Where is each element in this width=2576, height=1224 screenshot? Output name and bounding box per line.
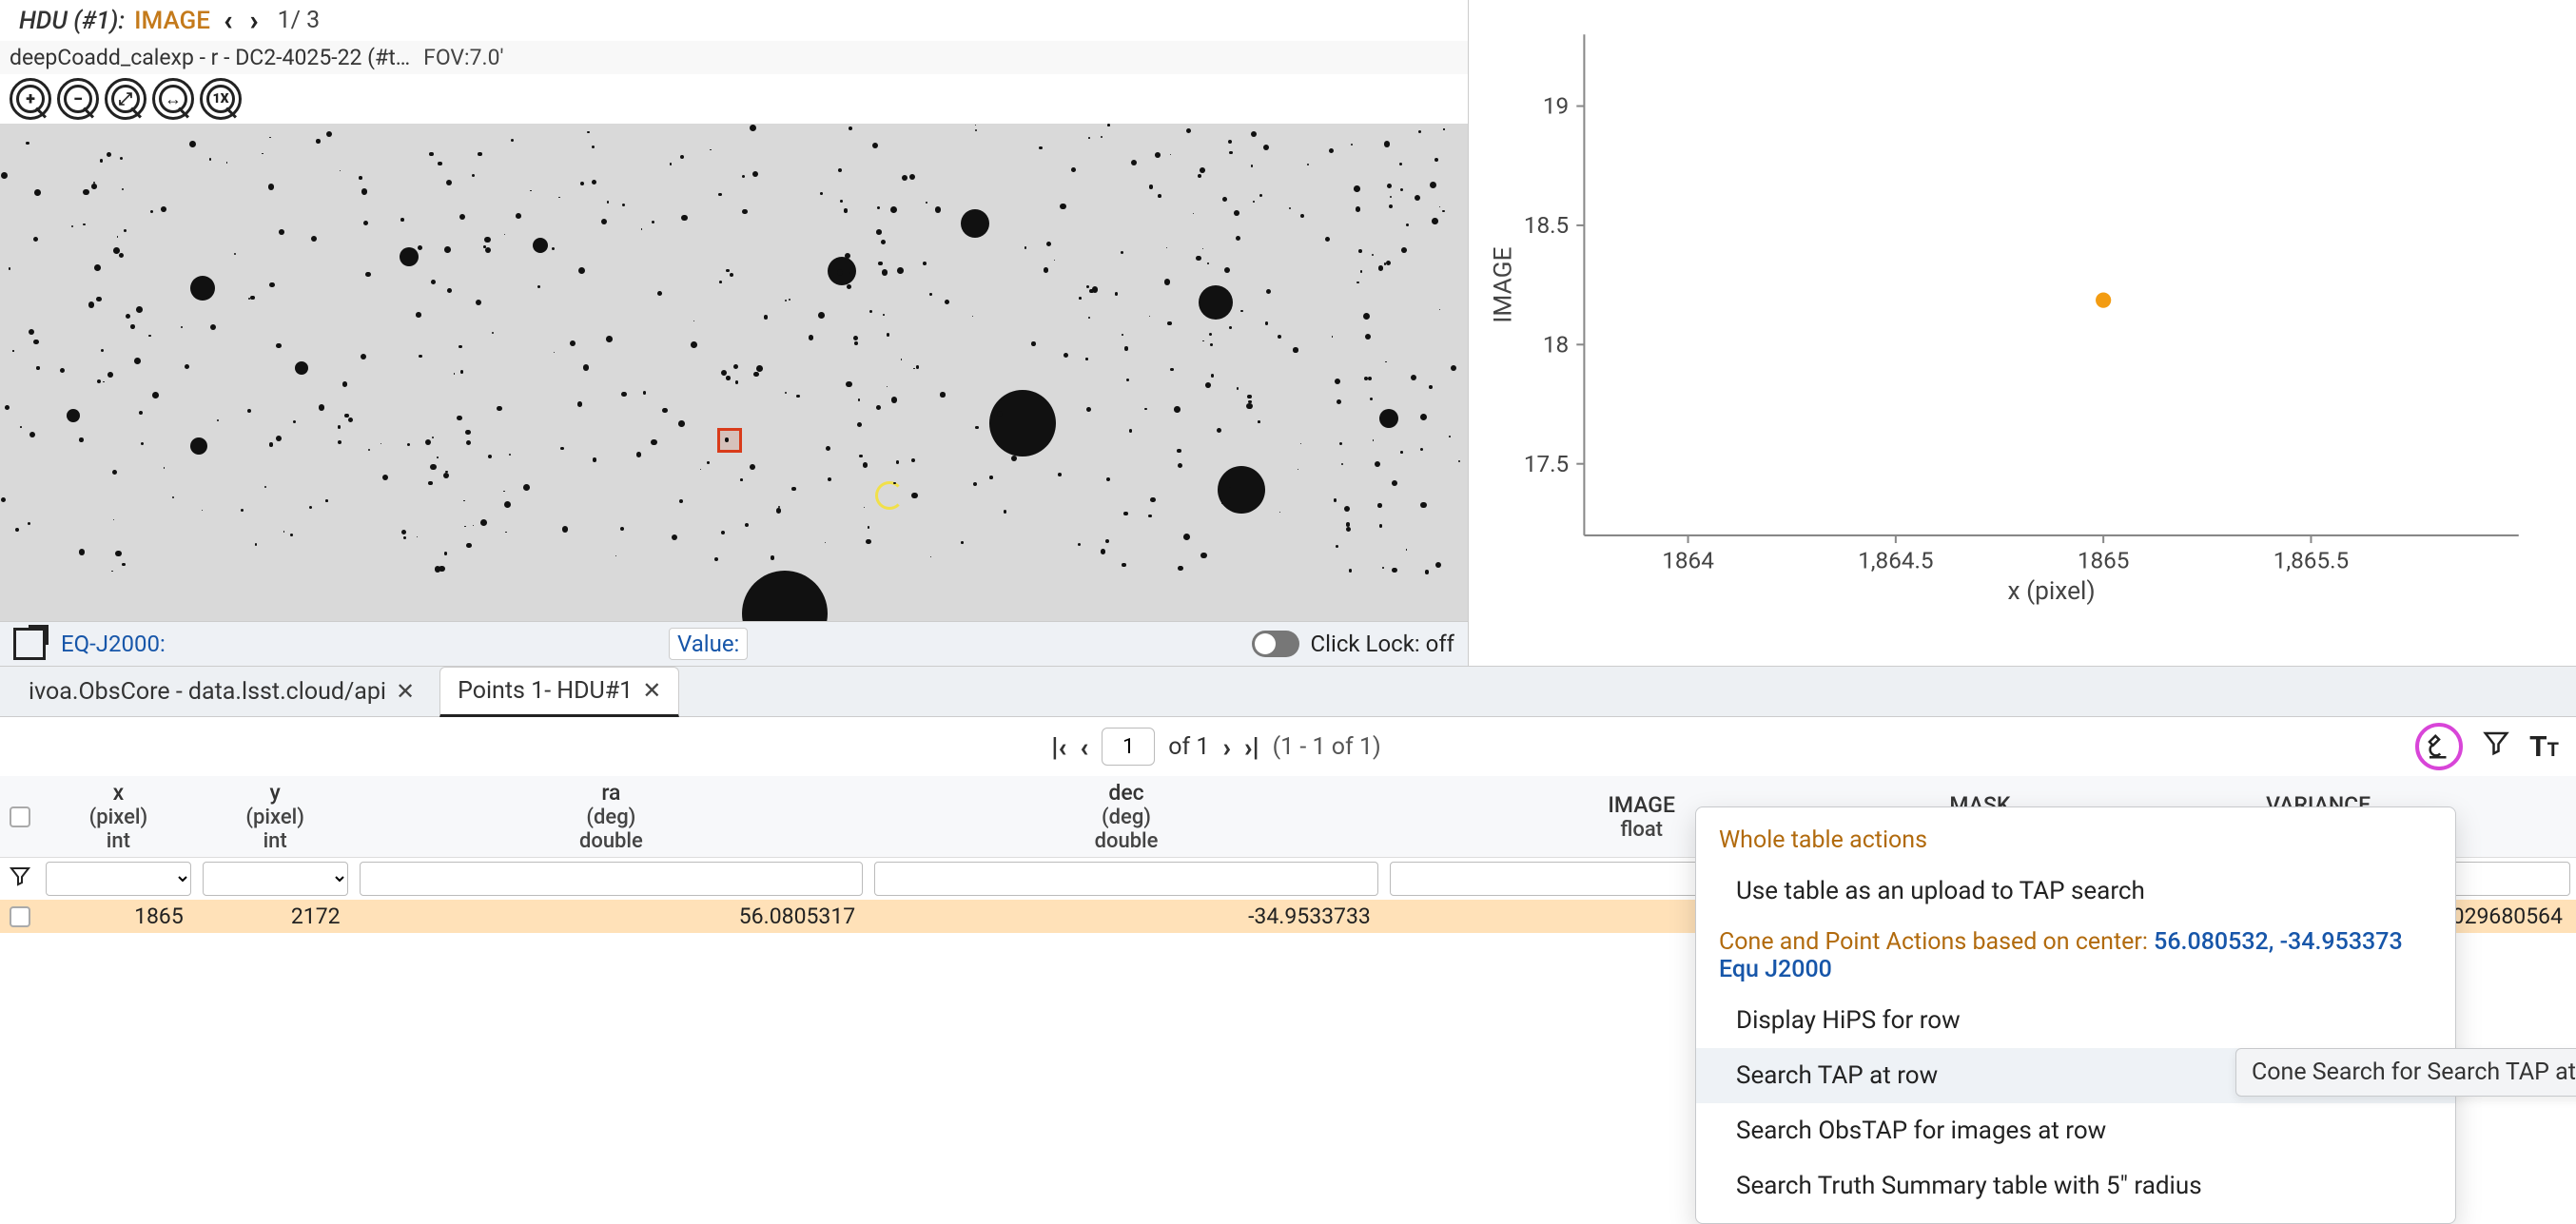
zoom-toolbar: + − ⤢ ↔ 1X xyxy=(0,74,1468,124)
col-header-ra[interactable]: ra(deg)double xyxy=(354,776,869,858)
hdu-type: IMAGE xyxy=(134,7,210,35)
microscope-icon xyxy=(2425,732,2453,761)
popup-cone-item-2[interactable]: Search ObsTAP for images at row xyxy=(1696,1103,2455,1158)
pager-page-input[interactable] xyxy=(1102,728,1155,766)
scatter-chart[interactable]: 1864 1,864.5 1865 1,865.5 17.5 18 18.5 19 x (pix… xyxy=(1478,10,2538,618)
pager: |‹ ‹ of 1 › ›| (1 - 1 of 1) xyxy=(1051,728,1380,766)
expand-icon[interactable] xyxy=(13,628,46,660)
table-tools: TT xyxy=(2415,723,2559,770)
svg-text:1,864.5: 1,864.5 xyxy=(1858,546,1933,573)
zoom-1x-button[interactable]: 1X xyxy=(200,78,242,120)
selection-marker[interactable] xyxy=(717,428,742,453)
pager-last-button[interactable]: ›| xyxy=(1244,731,1259,763)
hdu-label: HDU (#1): xyxy=(19,7,125,35)
popup-whole-header: Whole table actions xyxy=(1696,817,2455,864)
image-viewer-panel: HDU (#1): IMAGE ‹ › 1/ 3 deepCoadd_calex… xyxy=(0,0,1469,666)
popup-whole-item-0[interactable]: Use table as an upload to TAP search xyxy=(1696,864,2455,919)
tab-label: ivoa.ObsCore - data.lsst.cloud/api xyxy=(29,678,386,706)
svg-text:IMAGE: IMAGE xyxy=(1489,246,1517,322)
select-all-checkbox[interactable] xyxy=(10,806,30,827)
sky-image[interactable] xyxy=(0,124,1468,621)
filter-x[interactable] xyxy=(46,862,191,896)
col-header-y[interactable]: y(pixel)int xyxy=(197,776,354,858)
svg-text:1865: 1865 xyxy=(2078,546,2130,573)
col-header-dec[interactable]: dec(deg)double xyxy=(868,776,1384,858)
popup-cone-header: Cone and Point Actions based on center: … xyxy=(1696,919,2455,993)
text-options-icon[interactable]: TT xyxy=(2529,730,2559,764)
popup-cone-item-0[interactable]: Display HiPS for row xyxy=(1696,993,2455,1048)
svg-text:18: 18 xyxy=(1543,330,1569,358)
tab-close-icon[interactable]: ✕ xyxy=(396,678,415,705)
filter-y[interactable] xyxy=(203,862,348,896)
tab-label: Points 1- HDU#1 xyxy=(458,677,633,705)
svg-text:1,865.5: 1,865.5 xyxy=(2274,546,2349,573)
pager-next-button[interactable]: › xyxy=(1222,731,1231,763)
image-name: deepCoadd_calexp - r - DC2-4025-22 (#t… xyxy=(10,45,410,70)
cell-dec: -34.9533733 xyxy=(868,900,1384,933)
click-lock-label: Click Lock: off xyxy=(1311,631,1454,657)
coord-system-label[interactable]: EQ-J2000: xyxy=(61,631,166,657)
tab-1[interactable]: Points 1- HDU#1 ✕ xyxy=(439,667,679,717)
col-header-x[interactable]: x(pixel)int xyxy=(40,776,197,858)
hdu-prev-button[interactable]: ‹ xyxy=(220,4,237,37)
table-tabbar: ivoa.ObsCore - data.lsst.cloud/api✕Point… xyxy=(0,666,2576,717)
pixel-value-label: Value: xyxy=(669,628,748,660)
row-actions-popup: Whole table actionsUse table as an uploa… xyxy=(1695,806,2456,1224)
filter-dec[interactable] xyxy=(874,862,1378,896)
tab-0[interactable]: ivoa.ObsCore - data.lsst.cloud/api ✕ xyxy=(11,669,432,715)
cell-x: 1865 xyxy=(40,900,197,933)
pager-range: (1 - 1 of 1) xyxy=(1273,733,1381,761)
chart-panel: 1864 1,864.5 1865 1,865.5 17.5 18 18.5 19 x (pix… xyxy=(1469,0,2576,666)
image-footer: EQ-J2000: Value: Click Lock: off xyxy=(0,621,1468,666)
popup-cone-item-3[interactable]: Search Truth Summary table with 5" radiu… xyxy=(1696,1158,2455,1214)
tab-close-icon[interactable]: ✕ xyxy=(642,677,661,704)
svg-text:17.5: 17.5 xyxy=(1524,450,1569,477)
click-lock-toggle[interactable] xyxy=(1252,631,1299,657)
hdu-header: HDU (#1): IMAGE ‹ › 1/ 3 xyxy=(0,0,1468,41)
image-title-bar: deepCoadd_calexp - r - DC2-4025-22 (#t… … xyxy=(0,41,1468,74)
zoom-out-button[interactable]: − xyxy=(57,78,99,120)
svg-text:19: 19 xyxy=(1543,92,1569,120)
row-actions-tooltip: Cone Search for Search TAP at row xyxy=(2235,1048,2576,1097)
hdu-next-button[interactable]: › xyxy=(245,4,262,37)
pager-row: |‹ ‹ of 1 › ›| (1 - 1 of 1) TT xyxy=(0,717,2576,776)
target-marker[interactable] xyxy=(875,481,904,510)
cell-y: 2172 xyxy=(197,900,354,933)
image-fov: FOV:7.0' xyxy=(423,45,503,70)
zoom-fit-button[interactable]: ⤢ xyxy=(105,78,146,120)
filter-icon[interactable] xyxy=(2482,729,2510,765)
svg-text:x (pixel): x (pixel) xyxy=(2008,577,2096,606)
pager-first-button[interactable]: |‹ xyxy=(1051,731,1066,763)
svg-text:18.5: 18.5 xyxy=(1524,211,1569,239)
cell-ra: 56.0805317 xyxy=(354,900,869,933)
zoom-in-button[interactable]: + xyxy=(10,78,51,120)
pager-prev-button[interactable]: ‹ xyxy=(1080,731,1088,763)
actions-menu-button[interactable] xyxy=(2415,723,2463,770)
hdu-counter: 1/ 3 xyxy=(278,7,321,34)
filter-icon[interactable] xyxy=(9,865,31,894)
zoom-fill-button[interactable]: ↔ xyxy=(152,78,194,120)
row-checkbox[interactable] xyxy=(10,906,30,927)
filter-ra[interactable] xyxy=(360,862,864,896)
svg-text:1864: 1864 xyxy=(1662,546,1714,573)
pager-of-label: of 1 xyxy=(1168,733,1209,761)
